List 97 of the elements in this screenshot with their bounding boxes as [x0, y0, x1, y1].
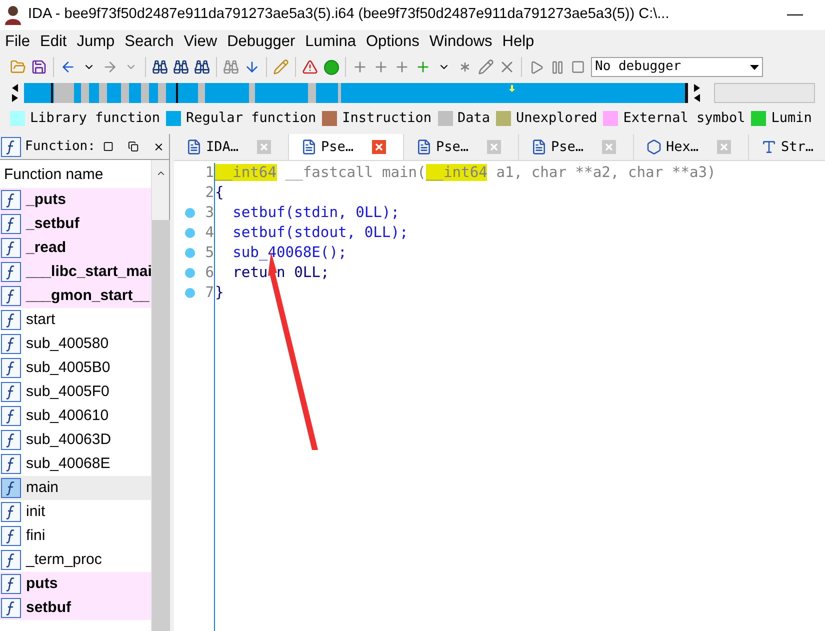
menu-item[interactable]: Debugger	[222, 30, 300, 54]
scroll-thumb[interactable]	[152, 220, 170, 631]
pencil-icon[interactable]	[476, 57, 496, 77]
line-number: 3	[205, 203, 214, 223]
menu-item[interactable]: Jump	[72, 30, 120, 54]
maximize-icon[interactable]	[103, 141, 114, 152]
function-row[interactable]: _read	[0, 236, 151, 260]
function-icon	[1, 334, 21, 354]
menu-item[interactable]: Help	[497, 30, 540, 54]
function-name: fini	[26, 526, 46, 546]
function-name: puts	[26, 574, 58, 594]
function-icon	[1, 358, 21, 378]
function-row[interactable]: puts	[0, 572, 151, 596]
menu-item[interactable]: Edit	[34, 30, 72, 54]
function-icon	[1, 502, 21, 522]
legend-label: Unexplored	[516, 108, 598, 128]
function-icon	[1, 526, 21, 546]
menu-item[interactable]: Options	[360, 30, 424, 54]
document-icon	[186, 139, 202, 155]
code-line: setbuf(stdout, 0LL);	[232, 223, 410, 243]
function-icon	[1, 286, 21, 306]
function-icon	[1, 430, 21, 450]
function-icon	[1, 574, 21, 594]
function-name: start	[26, 310, 56, 330]
line-number: 5	[205, 243, 214, 263]
function-name: init	[26, 502, 46, 522]
function-row[interactable]: setbuf	[0, 596, 151, 620]
code-line: }	[215, 283, 225, 303]
app-icon	[4, 5, 22, 25]
pencil-icon[interactable]	[271, 57, 291, 77]
legend-label: Library function	[30, 108, 160, 128]
menu-item[interactable]: Windows	[424, 30, 498, 54]
code-line: setbuf(stdin, 0LL);	[232, 203, 401, 223]
legend-label: External symbol	[623, 108, 746, 128]
function-icon	[1, 550, 21, 570]
function-name: ___libc_start_mai	[26, 262, 151, 282]
function-icon	[1, 190, 21, 210]
function-name: setbuf	[26, 598, 71, 618]
line-number: 2	[205, 183, 214, 203]
dropdown-caret-icon	[750, 64, 759, 70]
function-icon	[1, 310, 21, 330]
window-title: IDA - bee9f73f50d2487e911da791273ae5a3(5).i64 (bee9f73f50d2487e911da791273ae5a3(5)) C:\...	[28, 5, 670, 24]
line-number: 7	[205, 283, 214, 303]
function-name: sub_40068E	[26, 454, 110, 474]
code-line: retu n 0LL;	[232, 263, 330, 283]
function-icon	[1, 382, 21, 402]
function-icon	[1, 136, 21, 156]
scrollbar[interactable]	[151, 160, 169, 631]
function-icon	[1, 214, 21, 234]
letter-icon	[761, 139, 777, 155]
menu-item[interactable]: Lumina	[300, 30, 361, 54]
function-name: _puts	[26, 190, 66, 210]
function-name: ___gmon_start__	[26, 286, 150, 306]
legend-label: Lumin	[771, 108, 812, 128]
code-line: sub_40068E();	[232, 243, 348, 263]
function-name: sub_40063D	[26, 430, 112, 450]
minimize-button[interactable]: —	[787, 3, 803, 27]
function-icon	[1, 478, 21, 498]
menu-item[interactable]: Search	[120, 30, 179, 54]
function-icon	[1, 406, 21, 426]
line-number: 4	[205, 223, 214, 243]
function-name: _setbuf	[26, 214, 80, 234]
function-icon	[1, 262, 21, 282]
panel-title: Function:	[25, 138, 96, 156]
line-number: 1	[205, 163, 214, 183]
menu-item[interactable]: View	[178, 30, 222, 54]
close-icon[interactable]	[152, 140, 164, 152]
function-name: sub_400610	[26, 406, 109, 426]
function-row[interactable]: main	[0, 476, 151, 500]
code-line: {	[215, 183, 225, 203]
legend-label: Instruction	[342, 108, 432, 128]
function-row[interactable]: ___gmon_start__	[0, 284, 151, 308]
function-name: main	[26, 478, 59, 498]
function-name: sub_4005F0	[26, 382, 110, 402]
debugger-select[interactable]: No debugger	[591, 57, 763, 77]
float-icon[interactable]	[128, 141, 139, 152]
function-icon	[1, 454, 21, 474]
function-name: _read	[26, 238, 66, 258]
menu-item[interactable]: File	[0, 30, 35, 54]
function-icon	[1, 238, 21, 258]
document-icon	[531, 139, 547, 155]
scroll-arrows-icon[interactable]	[692, 82, 702, 104]
function-name: sub_400580	[26, 334, 109, 354]
line-number: 6	[205, 263, 214, 283]
document-icon	[416, 139, 432, 155]
document-icon	[301, 139, 317, 155]
scroll-arrows-icon[interactable]	[10, 82, 20, 104]
function-name: _term_proc	[26, 550, 102, 570]
legend-label: Data	[458, 108, 490, 128]
function-icon	[1, 598, 21, 618]
function-name: sub_4005B0	[26, 358, 110, 378]
function-row[interactable]: _setbuf	[0, 212, 151, 236]
hexagon-icon	[646, 139, 662, 155]
function-row[interactable]: ___libc_start_mai	[0, 260, 151, 284]
tab[interactable]: Pse…	[289, 134, 404, 160]
function-row[interactable]: _puts	[0, 188, 151, 212]
legend-label: Regular function	[186, 108, 316, 128]
